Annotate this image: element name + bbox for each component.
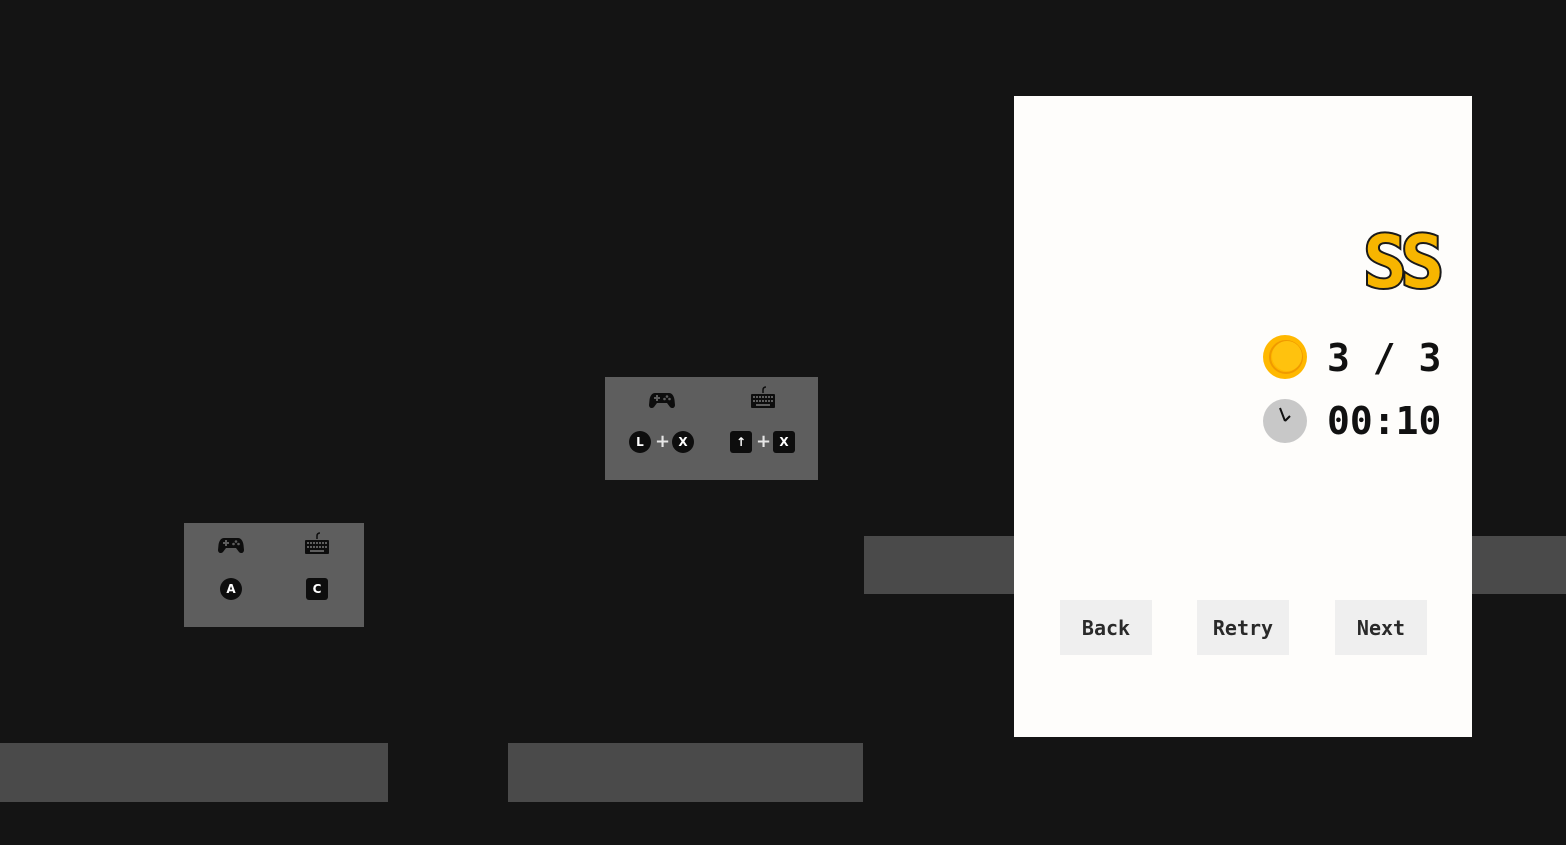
coins-collected: 3 / 3 [1327, 336, 1442, 380]
keyboard-x-key: X [773, 431, 795, 453]
platform-bottom-middle [508, 743, 863, 802]
rank-grade: SS [1361, 220, 1446, 304]
level-complete-panel: SS 3 / 3 00:10 Back Retry Next [1014, 96, 1472, 737]
keyboard-icon [304, 532, 330, 556]
keyboard-c-key: C [306, 578, 328, 600]
retry-button[interactable]: Retry [1197, 600, 1289, 655]
platform-bottom-left [0, 743, 388, 802]
plus-sign: + [655, 431, 671, 452]
back-button[interactable]: Back [1060, 600, 1152, 655]
keyboard-up-arrow-key: ↑ [730, 431, 752, 453]
coin-icon [1262, 334, 1308, 384]
gamepad-a-button-key: A [220, 578, 242, 600]
clear-time: 00:10 [1327, 399, 1442, 443]
gamepad-icon [649, 389, 675, 411]
gamepad-icon [218, 534, 244, 556]
control-hint-jump: A C [184, 523, 364, 627]
gamepad-x-button-key: X [672, 431, 694, 453]
gamepad-left-stick-key: L [629, 431, 651, 453]
keyboard-icon [750, 386, 776, 410]
next-button[interactable]: Next [1335, 600, 1427, 655]
clock-icon [1262, 398, 1308, 448]
plus-sign: + [756, 431, 772, 452]
control-hint-combo: L + X ↑ + X [605, 377, 818, 480]
